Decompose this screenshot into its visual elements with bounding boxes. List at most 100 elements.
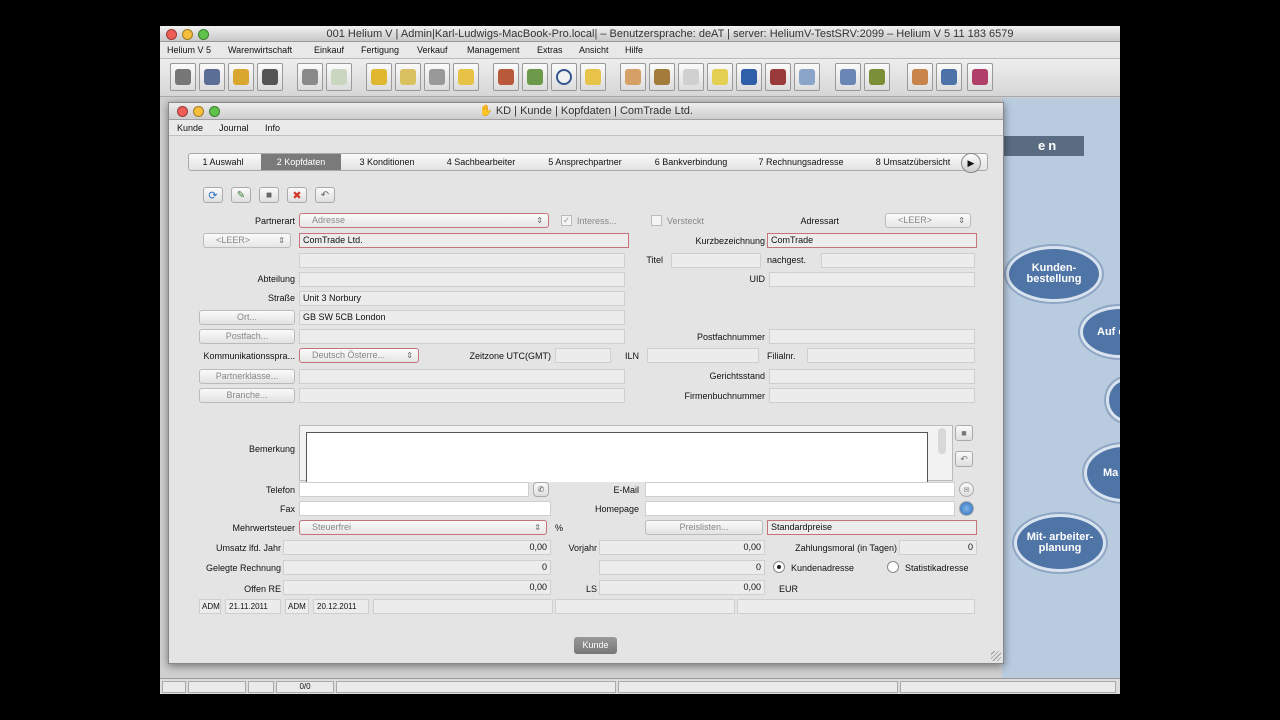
abteilung-field[interactable] — [299, 272, 625, 287]
call-button[interactable]: ✆ — [533, 482, 549, 497]
toolbar-button-partner[interactable] — [199, 63, 225, 91]
menu-extras[interactable]: Extras — [537, 45, 563, 55]
toolbar-button-kasse[interactable] — [765, 63, 791, 91]
frame-close-button[interactable] — [177, 106, 188, 117]
filialnr-field[interactable] — [807, 348, 975, 363]
bubble-mitarbeiterplanung[interactable]: Mit- arbeiter- planung — [1014, 514, 1106, 572]
branche-button[interactable]: Branche... — [199, 388, 295, 403]
ort-button[interactable]: Ort... — [199, 310, 295, 325]
tab-kopfdaten[interactable]: 2 Kopfdaten — [261, 154, 341, 170]
bemerkung-undo-button[interactable]: ↶ — [955, 451, 973, 467]
firmenbuchnummer-field[interactable] — [769, 388, 975, 403]
toolbar-button-benutzer[interactable] — [907, 63, 933, 91]
preislisten-button[interactable]: Preislisten... — [645, 520, 763, 535]
frame-minimize-button[interactable] — [193, 106, 204, 117]
menu-management[interactable]: Management — [467, 45, 520, 55]
telefon-field[interactable] — [299, 482, 529, 497]
bubble-material[interactable]: Ma be f — [1084, 444, 1120, 502]
mehrwertsteuer-select[interactable]: Steuerfrei — [299, 520, 547, 535]
toolbar-button-wareneingang[interactable] — [424, 63, 450, 91]
toolbar-button-personal[interactable] — [580, 63, 606, 91]
statistikadresse-radio[interactable] — [887, 561, 899, 573]
toolbar-button-system[interactable] — [170, 63, 196, 91]
menu-einkauf[interactable]: Einkauf — [314, 45, 344, 55]
strasse-field[interactable]: Unit 3 Norbury — [299, 291, 625, 306]
partnerart-select[interactable]: Adresse — [299, 213, 549, 228]
interessent-checkbox[interactable]: ✓ — [561, 215, 572, 226]
iln-field[interactable] — [647, 348, 759, 363]
zoom-window-button[interactable] — [198, 28, 209, 40]
toolbar-button-reklamation[interactable] — [835, 63, 861, 91]
tab-ansprechpartner[interactable]: 5 Ansprechpartner — [535, 154, 635, 170]
resize-grip[interactable] — [991, 651, 1001, 661]
frame-menu-info[interactable]: Info — [265, 123, 280, 133]
kundenadresse-radio[interactable] — [773, 561, 785, 573]
open-homepage-button[interactable] — [959, 501, 974, 516]
frame-zoom-button[interactable] — [209, 106, 220, 117]
kurzbezeichnung-field[interactable]: ComTrade — [767, 233, 977, 248]
tab-scroll-right-button[interactable]: ▶ — [961, 153, 981, 173]
fax-field[interactable] — [299, 501, 551, 516]
toolbar-button-lieferschein[interactable] — [678, 63, 704, 91]
toolbar-button-finanz[interactable] — [794, 63, 820, 91]
toolbar-button-kunden[interactable] — [228, 63, 254, 91]
toolbar-button-rechnung[interactable] — [707, 63, 733, 91]
partnerklasse-field[interactable] — [299, 369, 625, 384]
minimize-window-button[interactable] — [182, 28, 193, 40]
tab-rechnungsadresse[interactable]: 7 Rechnungsadresse — [749, 154, 853, 170]
toolbar-button-bestellung[interactable] — [395, 63, 421, 91]
anrede-select[interactable]: <LEER> — [203, 233, 291, 248]
frame-menu-journal[interactable]: Journal — [219, 123, 249, 133]
toolbar-button-stueckliste[interactable] — [326, 63, 352, 91]
edit-button[interactable]: ✎ — [231, 187, 251, 203]
toolbar-button-auftrag[interactable] — [649, 63, 675, 91]
menu-helium[interactable]: Helium V 5 — [167, 45, 211, 55]
menu-hilfe[interactable]: Hilfe — [625, 45, 643, 55]
tab-bankverbindung[interactable]: 6 Bankverbindung — [641, 154, 741, 170]
toolbar-button-fertigung[interactable] — [522, 63, 548, 91]
postfach-button[interactable]: Postfach... — [199, 329, 295, 344]
send-email-button[interactable]: ✉ — [959, 482, 974, 497]
tab-auswahl[interactable]: 1 Auswahl — [189, 154, 257, 170]
homepage-field[interactable] — [645, 501, 955, 516]
toolbar-button-artikel[interactable] — [297, 63, 323, 91]
postfachnummer-field[interactable] — [769, 329, 975, 344]
menu-ansicht[interactable]: Ansicht — [579, 45, 609, 55]
kunde-tab-button[interactable]: Kunde — [574, 637, 617, 654]
titel-field[interactable] — [671, 253, 761, 268]
bemerkung-scrollbar[interactable] — [938, 428, 946, 454]
gerichtsstand-field[interactable] — [769, 369, 975, 384]
refresh-button[interactable]: ⟳ — [203, 187, 223, 203]
toolbar-button-logout[interactable] — [967, 63, 993, 91]
bemerkung-clear-button[interactable]: ■ — [955, 425, 973, 441]
frame-menu-kunde[interactable]: Kunde — [177, 123, 203, 133]
tab-konditionen[interactable]: 3 Konditionen — [347, 154, 427, 170]
postfach-field[interactable] — [299, 329, 625, 344]
name2-field[interactable] — [299, 253, 625, 268]
toolbar-button-gutschrift[interactable] — [736, 63, 762, 91]
menu-verkauf[interactable]: Verkauf — [417, 45, 448, 55]
nachgestellt-field[interactable] — [821, 253, 975, 268]
partnerklasse-button[interactable]: Partnerklasse... — [199, 369, 295, 384]
name-field[interactable]: ComTrade Ltd. — [299, 233, 629, 248]
toolbar-button-projekt[interactable] — [864, 63, 890, 91]
preisliste-field[interactable]: Standardpreise — [767, 520, 977, 535]
menu-fertigung[interactable]: Fertigung — [361, 45, 399, 55]
toolbar-button-angebot[interactable] — [620, 63, 646, 91]
close-window-button[interactable] — [166, 28, 177, 40]
ort-field[interactable]: GB SW 5CB London — [299, 310, 625, 325]
save-button[interactable]: ■ — [259, 187, 279, 203]
tab-umsatzuebersicht[interactable]: 8 Umsatzübersicht — [863, 154, 963, 170]
branche-field[interactable] — [299, 388, 625, 403]
uid-field[interactable] — [769, 272, 975, 287]
menu-warenwirtschaft[interactable]: Warenwirtschaft — [228, 45, 292, 55]
bubble-partial[interactable] — [1106, 378, 1120, 422]
undo-button[interactable]: ↶ — [315, 187, 335, 203]
zeitzone-field[interactable] — [555, 348, 611, 363]
toolbar-button-anfrage[interactable] — [366, 63, 392, 91]
bubble-auftrag[interactable]: Auf ert — [1080, 306, 1120, 358]
adressart-select[interactable]: <LEER> — [885, 213, 971, 228]
toolbar-button-lieferant[interactable] — [257, 63, 283, 91]
bubble-kundenbestellung[interactable]: Kunden- bestellung — [1006, 246, 1102, 302]
toolbar-button-los[interactable] — [493, 63, 519, 91]
